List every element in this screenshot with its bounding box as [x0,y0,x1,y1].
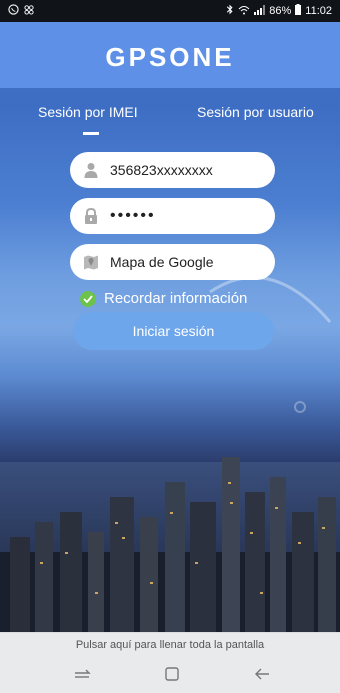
back-icon[interactable] [250,664,274,684]
check-icon[interactable] [80,290,96,307]
app-header: GPSONE [0,22,340,88]
active-tab-indicator [83,132,99,135]
system-nav-bar [0,656,340,693]
link-icon [23,4,35,18]
battery-icon [295,4,302,18]
status-bar: 86% 11:02 [0,0,340,22]
app-screen: GPSONE Sesión por IMEI Sesión por usuari… [0,22,340,632]
imei-field[interactable] [70,152,275,188]
signal-icon [254,4,266,18]
recent-apps-icon[interactable] [70,664,94,684]
password-input[interactable] [110,207,260,225]
password-field[interactable] [70,198,275,234]
app-title: GPSONE [105,42,235,72]
watermark-decoration [209,276,332,413]
home-icon[interactable] [160,664,184,684]
wifi-icon [238,5,250,18]
tab-imei-login[interactable]: Sesión por IMEI [38,104,138,120]
whatsapp-icon [8,4,19,18]
status-right: 86% 11:02 [226,4,332,18]
map-icon [82,253,100,271]
fill-screen-hint[interactable]: Pulsar aquí para llenar toda la pantalla [0,632,340,656]
imei-input[interactable] [110,162,260,178]
clock: 11:02 [305,5,332,17]
status-left [8,4,35,18]
lock-icon [82,207,100,225]
tab-user-login[interactable]: Sesión por usuario [197,104,314,120]
login-tabs: Sesión por IMEI Sesión por usuario [0,94,340,134]
battery-percent: 86% [269,5,292,17]
bluetooth-icon [226,4,234,18]
city-skyline-image [0,457,340,632]
user-icon [82,161,100,179]
